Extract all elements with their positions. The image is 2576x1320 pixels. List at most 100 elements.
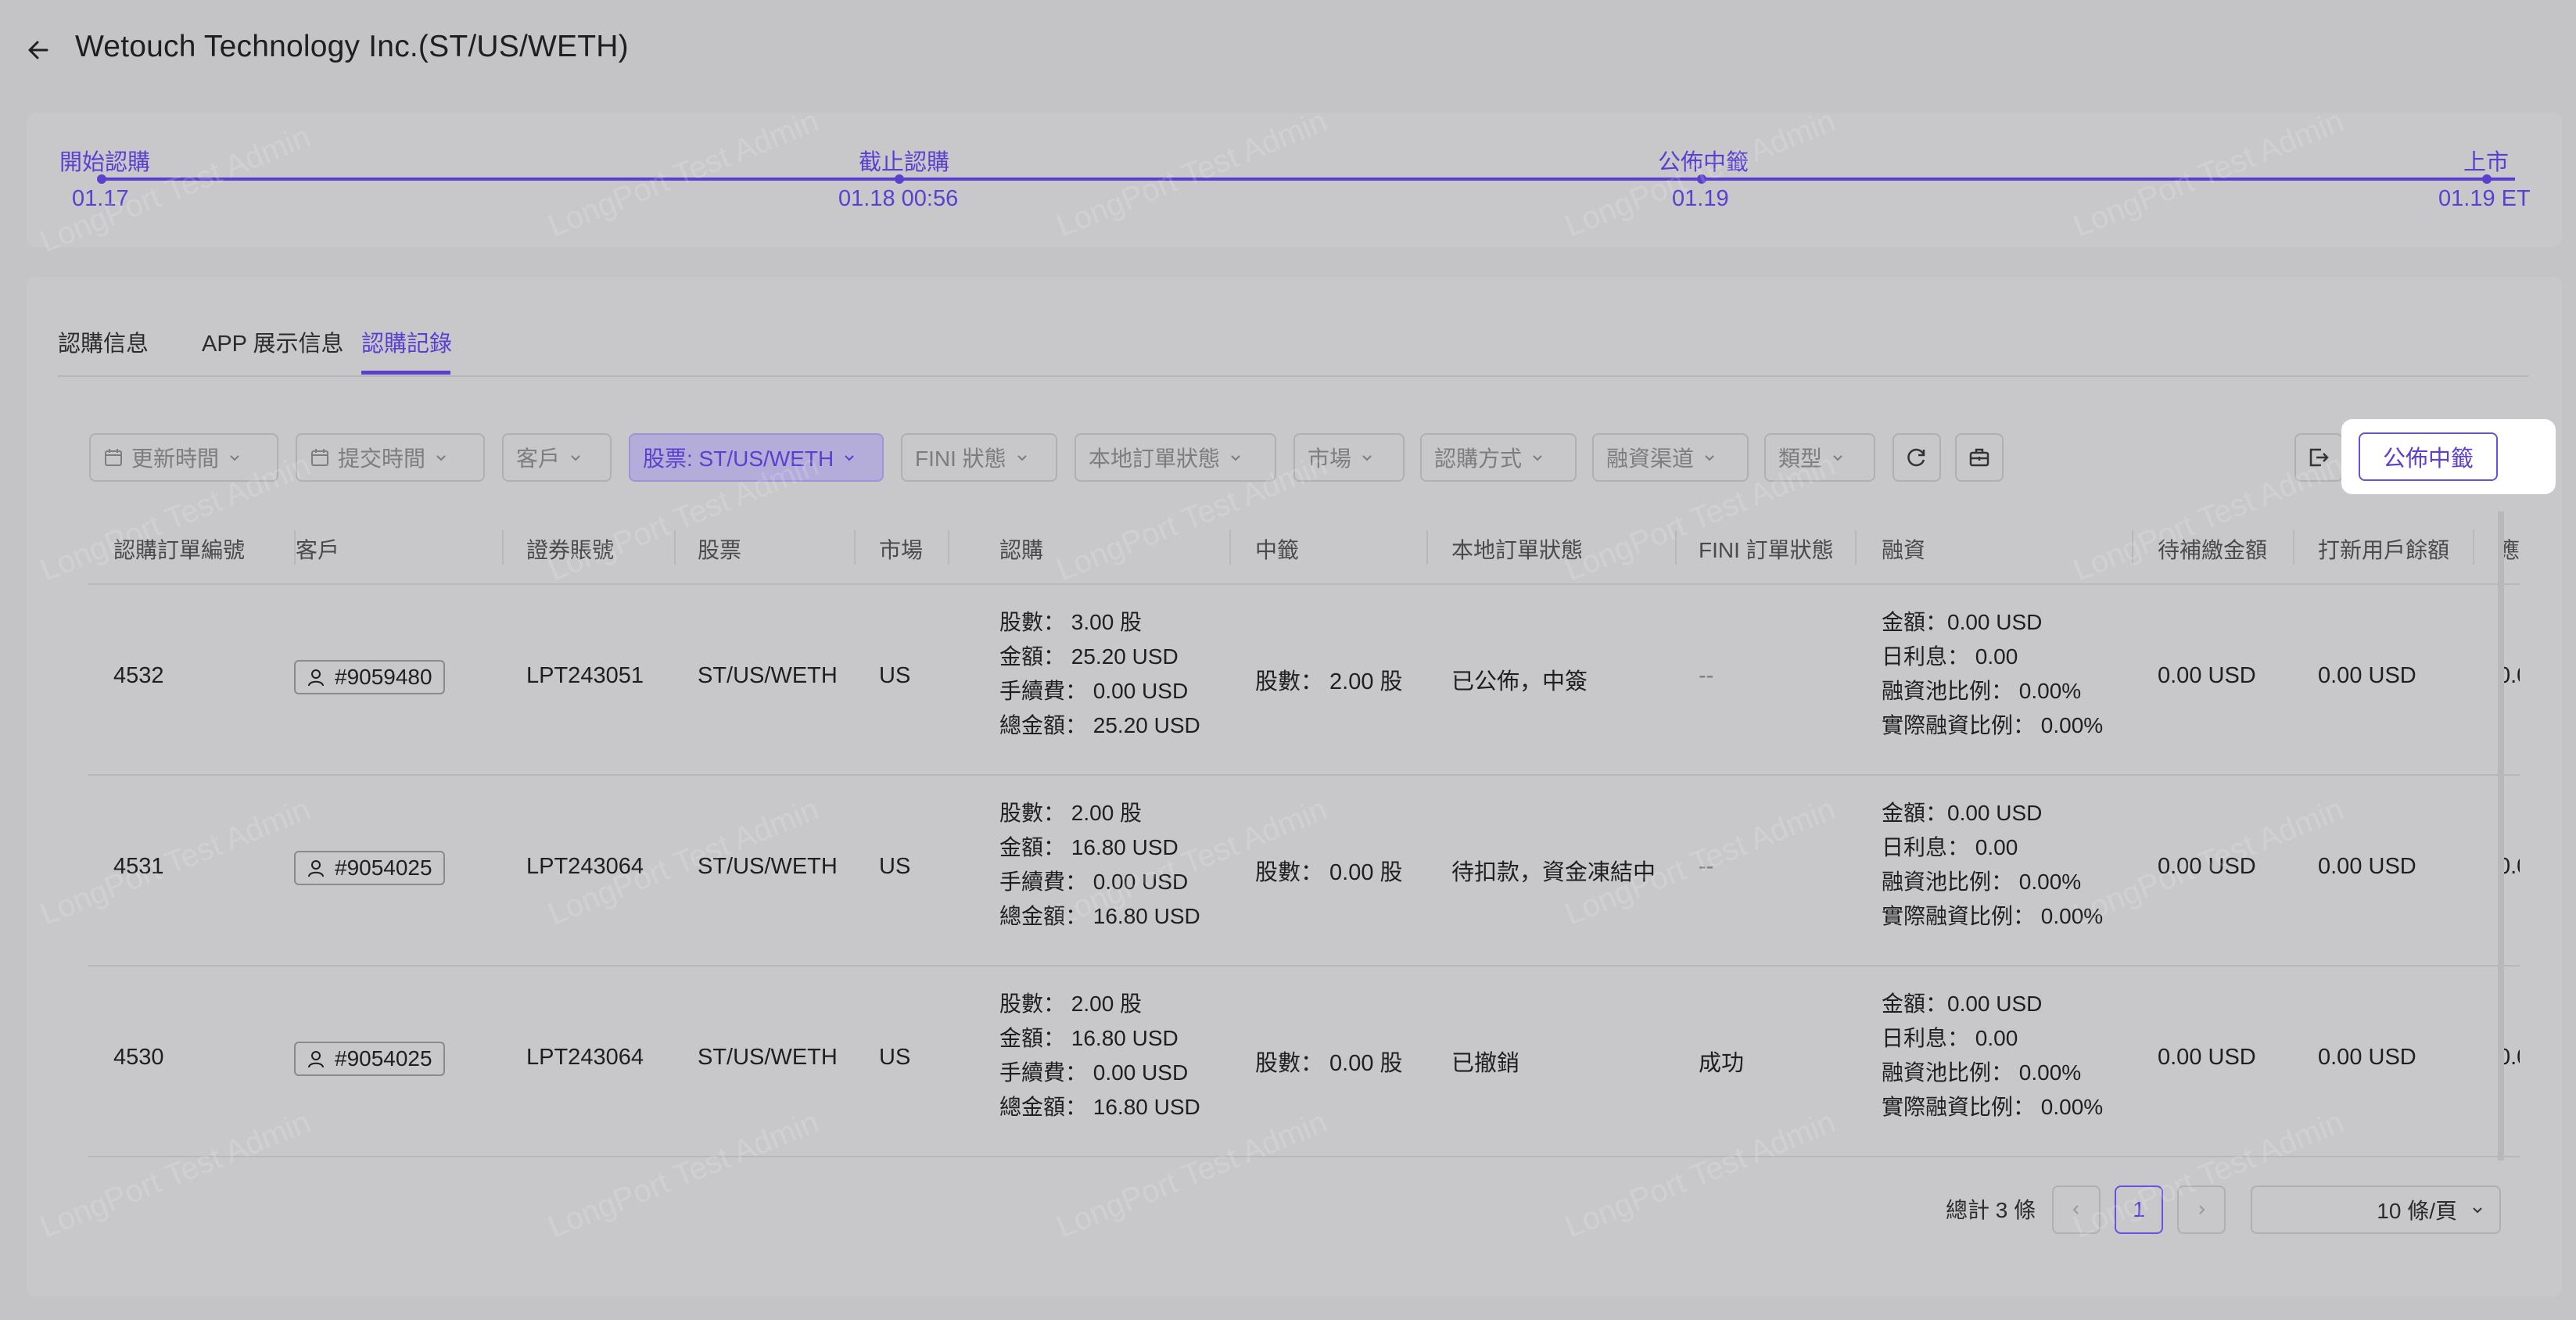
filter-label: 融資渠道 bbox=[1606, 447, 1695, 471]
column-header: 融資 bbox=[1882, 538, 1926, 562]
filter-label: 類型 bbox=[1778, 447, 1823, 471]
table-row[interactable]: 4531 #9054025 LPT243064 ST/US/WETH US 股數… bbox=[88, 774, 2520, 967]
user-balance: 0.00 USD bbox=[2318, 663, 2416, 688]
records-table: 認購訂單編號 客戶 證券賬號 股票 市場 認購 中籤 本地訂單狀態 FINI 訂… bbox=[88, 511, 2520, 1160]
column-header: 客戶 bbox=[296, 538, 340, 562]
column-header: 認購 bbox=[999, 538, 1044, 562]
user-icon bbox=[308, 669, 324, 687]
back-arrow-icon[interactable] bbox=[23, 34, 55, 66]
customer-tag[interactable]: #9059480 bbox=[294, 660, 445, 694]
update-time-filter[interactable]: 更新時間 bbox=[89, 433, 278, 482]
filter-label: 市場 bbox=[1308, 447, 1352, 471]
market: US bbox=[879, 854, 911, 879]
filter-label: 提交時間 bbox=[338, 447, 426, 471]
timeline-date: 01.19 ET bbox=[2438, 186, 2531, 211]
table-row[interactable]: 4530 #9054025 LPT243064 ST/US/WETH US 股數… bbox=[88, 965, 2520, 1157]
next-page-button[interactable] bbox=[2177, 1185, 2226, 1234]
allotment: 股數： 2.00 股 bbox=[1255, 669, 1403, 694]
column-divider bbox=[1855, 530, 1857, 565]
customer-id: #9054025 bbox=[335, 855, 432, 880]
customer-id: #9059480 bbox=[335, 665, 432, 689]
financing-details: 金額：0.00 USD 日利息： 0.00 融資池比例： 0.00% 實際融資比… bbox=[1882, 987, 2103, 1125]
prev-page-button[interactable] bbox=[2052, 1185, 2101, 1234]
detail-line: 實際融資比例： 0.00% bbox=[1882, 904, 2104, 928]
submit-time-filter[interactable]: 提交時間 bbox=[296, 433, 485, 482]
detail-line: 金額： 16.80 USD bbox=[999, 1026, 1179, 1050]
column-header: 本地訂單狀態 bbox=[1451, 538, 1584, 562]
table-header: 認購訂單編號 客戶 證券賬號 股票 市場 認購 中籤 本地訂單狀態 FINI 訂… bbox=[88, 511, 2520, 585]
column-header: 股票 bbox=[698, 538, 742, 562]
clear-filters-button[interactable] bbox=[1955, 433, 2004, 482]
chevron-right-icon bbox=[2199, 1205, 2205, 1214]
fini-order-status: 成功 bbox=[1699, 1051, 1745, 1076]
user-balance: 0.00 USD bbox=[2318, 1045, 2416, 1070]
detail-line: 股數： 2.00 股 bbox=[999, 801, 1143, 825]
user-icon bbox=[308, 1051, 324, 1068]
detail-line: 融資池比例： 0.00% bbox=[1882, 679, 2082, 703]
customer-tag[interactable]: #9054025 bbox=[294, 851, 445, 885]
refresh-button[interactable] bbox=[1893, 433, 1941, 482]
amount-due: 0.00 USD bbox=[2158, 1045, 2256, 1070]
detail-line: 總金額： 25.20 USD bbox=[999, 713, 1200, 737]
detail-line: 總金額： 16.80 USD bbox=[999, 1095, 1200, 1119]
column-header: 市場 bbox=[879, 538, 924, 562]
market-filter[interactable]: 市場 bbox=[1293, 433, 1405, 482]
filter-label: 認購方式 bbox=[1434, 447, 1523, 471]
customer-tag[interactable]: #9054025 bbox=[294, 1042, 445, 1076]
calendar-icon bbox=[311, 449, 328, 466]
order-id: 4532 bbox=[113, 663, 164, 688]
chevron-down-icon bbox=[230, 455, 239, 461]
allotment: 股數： 0.00 股 bbox=[1255, 860, 1403, 885]
page-header: Wetouch Technology Inc.(ST/US/WETH) bbox=[0, 0, 2576, 109]
chevron-down-icon bbox=[571, 455, 580, 461]
type-filter[interactable]: 類型 bbox=[1764, 433, 1875, 482]
account-number: LPT243064 bbox=[526, 854, 644, 879]
column-divider bbox=[502, 530, 504, 565]
page-title: Wetouch Technology Inc.(ST/US/WETH) bbox=[75, 30, 629, 63]
timeline-line bbox=[100, 178, 2515, 181]
account-number: LPT243064 bbox=[526, 1045, 644, 1070]
column-divider bbox=[1675, 530, 1677, 565]
fini-status-filter[interactable]: FINI 狀態 bbox=[901, 433, 1057, 482]
page-size-select[interactable]: 10 條/頁 bbox=[2251, 1185, 2501, 1234]
stock-code: ST/US/WETH bbox=[698, 1045, 838, 1070]
filter-label: 客戶 bbox=[516, 447, 561, 471]
stock-code: ST/US/WETH bbox=[698, 854, 838, 879]
financing-details: 金額：0.00 USD 日利息： 0.00 融資池比例： 0.00% 實際融資比… bbox=[1882, 796, 2103, 934]
customer-filter[interactable]: 客戶 bbox=[502, 433, 612, 482]
timeline-card: 開始認購 01.17 截止認購 01.18 00:56 公佈中籤 01.19 上… bbox=[27, 113, 2562, 247]
tab-subscription-records[interactable]: 認購記錄 bbox=[361, 325, 452, 358]
announce-allotment-button[interactable]: 公佈中籤 bbox=[2359, 432, 2498, 481]
amount-due: 0.00 USD bbox=[2158, 854, 2256, 879]
column-header: FINI 訂單狀態 bbox=[1699, 538, 1834, 562]
chevron-down-icon bbox=[1017, 455, 1027, 461]
chevron-down-icon bbox=[436, 455, 446, 461]
order-id: 4530 bbox=[113, 1045, 164, 1070]
tab-app-display-info[interactable]: APP 展示信息 bbox=[202, 325, 344, 358]
tab-bar: 認購信息 APP 展示信息 認購記錄 bbox=[58, 325, 2529, 377]
chevron-down-icon bbox=[1833, 455, 1842, 461]
timeline-date: 01.19 bbox=[1672, 186, 1729, 211]
subscription-records-card: 認購信息 APP 展示信息 認購記錄 更新時間 提交時間 客戶 股票: ST/U… bbox=[27, 277, 2562, 1297]
export-button[interactable] bbox=[2294, 433, 2343, 482]
stock-filter[interactable]: 股票: ST/US/WETH bbox=[629, 433, 884, 482]
user-balance: 0.00 USD bbox=[2318, 854, 2416, 879]
table-row[interactable]: 4532 #9059480 LPT243051 ST/US/WETH US 股數… bbox=[88, 583, 2520, 776]
tab-subscription-info[interactable]: 認購信息 bbox=[58, 325, 149, 358]
detail-line: 股數： 2.00 股 bbox=[999, 992, 1143, 1016]
order-id: 4531 bbox=[113, 854, 164, 879]
timeline-label: 公佈中籤 bbox=[1658, 150, 1749, 175]
subscription-details: 股數： 2.00 股 金額： 16.80 USD 手續費： 0.00 USD 總… bbox=[999, 796, 1200, 934]
chevron-down-icon bbox=[1705, 455, 1714, 461]
financing-channel-filter[interactable]: 融資渠道 bbox=[1592, 433, 1749, 482]
refresh-icon bbox=[1907, 448, 1925, 467]
page-number-button[interactable]: 1 bbox=[2115, 1185, 2163, 1234]
filter-label: 股票: ST/US/WETH bbox=[643, 447, 834, 471]
detail-line: 日利息： 0.00 bbox=[1882, 644, 2018, 669]
amount-due: 0.00 USD bbox=[2158, 663, 2256, 688]
column-divider bbox=[854, 530, 856, 565]
subscription-method-filter[interactable]: 認購方式 bbox=[1420, 433, 1577, 482]
detail-line: 手續費： 0.00 USD bbox=[999, 1060, 1189, 1085]
timeline-date: 01.18 00:56 bbox=[838, 186, 959, 211]
local-order-status-filter[interactable]: 本地訂單狀態 bbox=[1075, 433, 1276, 482]
